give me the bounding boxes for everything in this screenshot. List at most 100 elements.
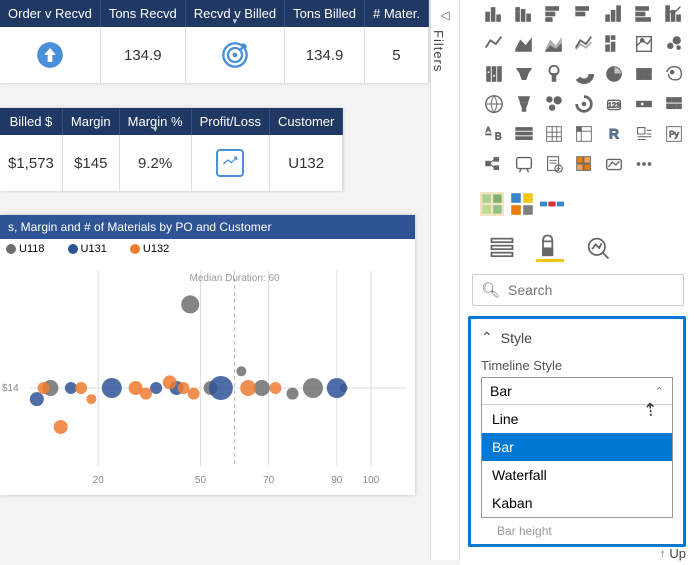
viz-type-tile[interactable]: [510, 120, 538, 148]
viz-type-tile[interactable]: [540, 60, 568, 88]
chart-legend: U118 U131 U132: [0, 239, 415, 261]
analytics-tab[interactable]: [584, 234, 612, 262]
viz-type-tile[interactable]: AB: [480, 120, 508, 148]
viz-type-tile[interactable]: [660, 60, 688, 88]
viz-type-tile[interactable]: [510, 60, 538, 88]
bar-height-label: Bar height: [497, 524, 673, 538]
kpi-table-2[interactable]: Billed $ Margin Margin % Profit/Loss Cus…: [0, 108, 343, 191]
viz-type-tile[interactable]: [630, 30, 658, 58]
viz-type-tile[interactable]: 123: [600, 90, 628, 118]
viz-type-tile[interactable]: [480, 90, 508, 118]
cell: $1,573: [0, 135, 62, 191]
scatter-chart[interactable]: s, Margin and # of Materials by PO and C…: [0, 215, 415, 495]
viz-type-tile[interactable]: [630, 60, 658, 88]
viz-type-tile[interactable]: [480, 60, 508, 88]
viz-type-tile[interactable]: [630, 90, 658, 118]
col-header sort-desc[interactable]: Recvd v Billed: [185, 0, 284, 27]
cursor-icon: ⇡: [642, 399, 659, 421]
custom-visual-1[interactable]: [480, 192, 504, 216]
svg-text:50: 50: [195, 475, 207, 486]
viz-type-tile[interactable]: [630, 0, 658, 28]
col-header[interactable]: Order v Recvd: [0, 0, 100, 27]
col-header[interactable]: Tons Recvd: [100, 0, 185, 27]
viz-type-tile[interactable]: [660, 30, 688, 58]
kpi-trend-icon: [191, 135, 269, 191]
fields-tab[interactable]: [488, 234, 516, 262]
custom-visual-2[interactable]: [510, 192, 534, 216]
kpi-table-1[interactable]: Order v Recvd Tons Recvd Recvd v Billed …: [0, 0, 429, 83]
viz-type-tile[interactable]: [480, 0, 508, 28]
dropdown-value: Bar: [490, 383, 512, 399]
chart-plot: 20 50 70 90 100 $14 Median Duration: 60: [0, 261, 415, 491]
viz-type-tile[interactable]: [540, 30, 568, 58]
viz-type-tile[interactable]: [540, 90, 568, 118]
viz-type-tile[interactable]: [570, 150, 598, 178]
svg-text:100: 100: [363, 475, 380, 486]
viz-type-tile[interactable]: R: [600, 120, 628, 148]
viz-type-tile[interactable]: [570, 30, 598, 58]
timeline-style-dropdown[interactable]: Bar ⌃ ⇡ Line Bar Waterfall Kaban: [481, 377, 673, 518]
filters-pane-collapsed[interactable]: ◁ Filters: [430, 0, 460, 560]
cell: 134.9: [285, 27, 365, 83]
viz-type-tile[interactable]: [540, 0, 568, 28]
viz-type-tile[interactable]: [600, 60, 628, 88]
viz-type-tile[interactable]: [600, 30, 628, 58]
viz-type-tile[interactable]: [600, 0, 628, 28]
dropdown-option-waterfall[interactable]: Waterfall: [482, 461, 672, 489]
svg-text:B: B: [495, 132, 502, 143]
viz-type-tile[interactable]: [510, 0, 538, 28]
viz-type-tile[interactable]: [510, 150, 538, 178]
dropdown-option-kaban[interactable]: Kaban: [482, 489, 672, 517]
viz-type-tile[interactable]: [630, 150, 658, 178]
cell: $145: [62, 135, 119, 191]
svg-text:A: A: [486, 125, 491, 134]
svg-text:90: 90: [331, 475, 343, 486]
scroll-up-button[interactable]: Up: [660, 546, 686, 561]
viz-type-tile[interactable]: [510, 30, 538, 58]
col-header[interactable]: Customer: [269, 108, 342, 135]
viz-type-tile[interactable]: [570, 90, 598, 118]
col-header[interactable]: Billed $: [0, 108, 62, 135]
svg-text:20: 20: [93, 475, 105, 486]
svg-text:Py: Py: [669, 130, 680, 139]
viz-type-tile[interactable]: [660, 0, 688, 28]
col-header[interactable]: Tons Billed: [285, 0, 365, 27]
svg-text:R: R: [609, 127, 619, 142]
svg-text:$14: $14: [2, 383, 19, 394]
viz-type-tile[interactable]: [510, 90, 538, 118]
search-input[interactable]: [508, 282, 675, 298]
viz-type-tile[interactable]: [660, 90, 688, 118]
dropdown-option-bar[interactable]: Bar: [482, 433, 672, 461]
viz-type-tile[interactable]: [570, 0, 598, 28]
cell: 9.2%: [119, 135, 191, 191]
chart-title: s, Margin and # of Materials by PO and C…: [0, 215, 415, 239]
viz-type-tile[interactable]: [570, 60, 598, 88]
col-header[interactable]: # Mater.: [364, 0, 428, 27]
svg-text:70: 70: [263, 475, 275, 486]
expand-icon[interactable]: ◁: [440, 8, 449, 22]
viz-type-tile[interactable]: Py: [660, 120, 688, 148]
custom-visual-3[interactable]: [540, 192, 564, 216]
legend-dot: [6, 244, 16, 254]
viz-type-tile[interactable]: [480, 150, 508, 178]
col-header[interactable]: Margin %: [119, 108, 191, 135]
legend-dot: [68, 244, 78, 254]
svg-text:123: 123: [608, 101, 620, 110]
kpi-target-icon: [185, 27, 284, 83]
viz-type-tile[interactable]: [570, 120, 598, 148]
viz-type-tile[interactable]: [540, 120, 568, 148]
format-search[interactable]: 🔍︎: [472, 274, 684, 306]
svg-text:Median Duration: 60: Median Duration: 60: [190, 273, 280, 284]
viz-type-tile[interactable]: [480, 30, 508, 58]
table-row: 134.9 134.9 5: [0, 27, 428, 83]
format-tab[interactable]: [536, 234, 564, 262]
viz-type-tile[interactable]: [630, 120, 658, 148]
chevron-up-icon: ⌃: [481, 329, 493, 346]
style-section-header[interactable]: ⌃ Style: [481, 329, 673, 346]
col-header[interactable]: Profit/Loss: [191, 108, 269, 135]
viz-type-tile[interactable]: [600, 150, 628, 178]
visualizations-pane: 123ABRPy 🔍︎ ⌃ Style Timeline Style Bar ⌃…: [460, 0, 694, 565]
col-header[interactable]: Margin: [62, 108, 119, 135]
cell: U132: [269, 135, 342, 191]
viz-type-tile[interactable]: [540, 150, 568, 178]
